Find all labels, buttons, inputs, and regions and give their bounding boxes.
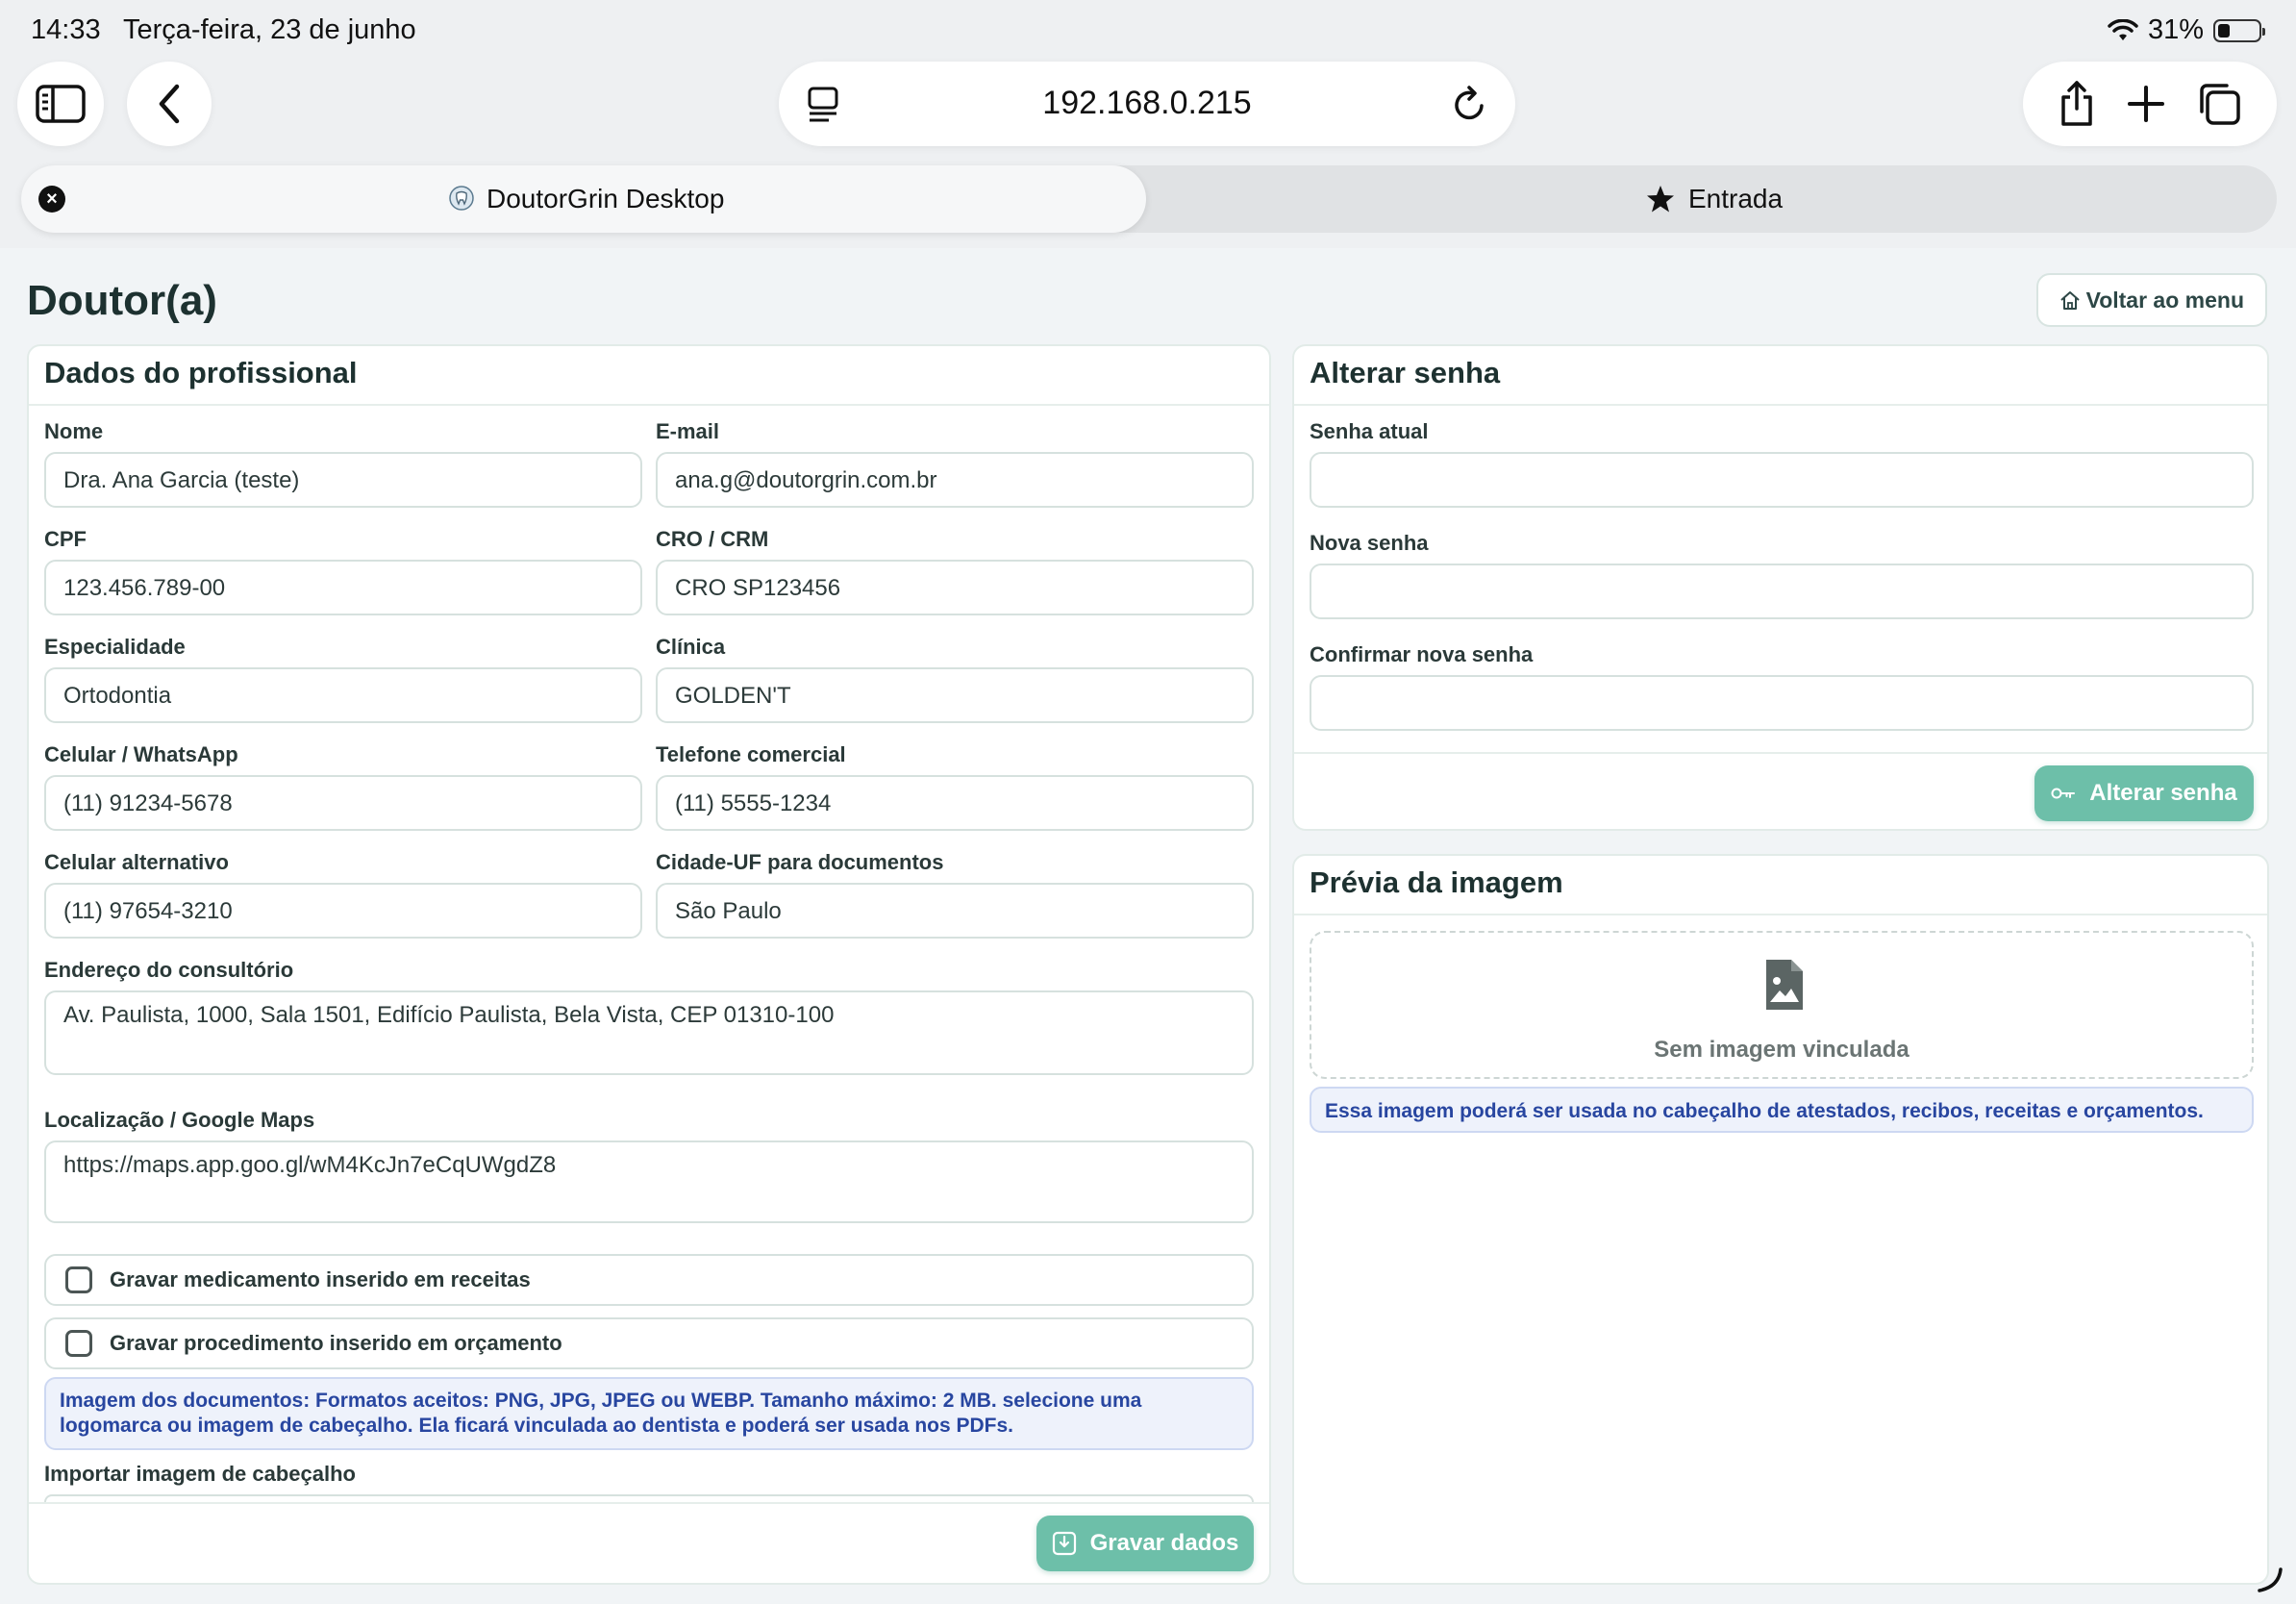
telefone-input[interactable]: (11) 5555-1234 — [656, 775, 1254, 831]
sidebar-icon — [36, 85, 86, 123]
no-image-text: Sem imagem vinculada — [1654, 1037, 1909, 1063]
resize-handle-icon[interactable] — [2254, 1566, 2283, 1594]
maps-textarea[interactable]: https://maps.app.goo.gl/wM4KcJn7eCqUWgdZ… — [44, 1140, 1254, 1223]
password-footer-divider — [1294, 752, 2267, 754]
status-time: 14:33 — [31, 14, 101, 45]
profile-heading: Dados do profissional — [29, 346, 1269, 406]
tab-close-icon[interactable]: × — [38, 186, 65, 213]
cro-input[interactable]: CRO SP123456 — [656, 560, 1254, 615]
cidade-input[interactable]: São Paulo — [656, 883, 1254, 939]
clinica-label: Clínica — [656, 635, 726, 659]
battery-percent: 31% — [2147, 14, 2204, 45]
share-icon[interactable] — [2058, 80, 2096, 128]
celular-alt-input[interactable]: (11) 97654-3210 — [44, 883, 642, 939]
url-text[interactable]: 192.168.0.215 — [779, 85, 1515, 122]
password-heading: Alterar senha — [1294, 346, 2267, 406]
import-image-label: Importar imagem de cabeçalho — [44, 1462, 356, 1486]
senha-atual-input[interactable] — [1310, 452, 2254, 508]
profile-footer-divider — [29, 1502, 1269, 1504]
cpf-label: CPF — [44, 527, 87, 551]
tab-entrada[interactable]: Entrada — [1646, 184, 1783, 214]
gravar-medicamento-checkbox[interactable]: Gravar medicamento inserido em receitas — [44, 1254, 1254, 1306]
status-date: Terça-feira, 23 de junho — [123, 14, 416, 45]
tooth-favicon-icon — [449, 186, 474, 211]
gravar-procedimento-label: Gravar procedimento inserido em orçament… — [110, 1331, 562, 1355]
alterar-senha-button[interactable]: Alterar senha — [2034, 765, 2254, 821]
confirmar-senha-label: Confirmar nova senha — [1310, 642, 1534, 666]
image-info-line2: logomarca ou imagem de cabeçalho. Ela fi… — [60, 1415, 1014, 1437]
cpf-input[interactable]: 123.456.789-00 — [44, 560, 642, 615]
nova-senha-label: Nova senha — [1310, 531, 1429, 555]
tab-label: DoutorGrin Desktop — [487, 184, 725, 213]
wifi-icon — [2108, 18, 2138, 40]
preview-card: Prévia da imagem Sem imagem vinculada Es… — [1292, 854, 2269, 1585]
nova-senha-input[interactable] — [1310, 564, 2254, 619]
celular-input[interactable]: (11) 91234-5678 — [44, 775, 642, 831]
back-to-menu-button[interactable]: Voltar ao menu — [2035, 273, 2267, 327]
cro-label: CRO / CRM — [656, 527, 769, 551]
sidebar-toggle-button[interactable] — [17, 62, 104, 146]
senha-atual-label: Senha atual — [1310, 419, 1429, 443]
gravar-dados-button[interactable]: Gravar dados — [1036, 1516, 1254, 1571]
endereco-textarea[interactable]: Av. Paulista, 1000, Sala 1501, Edifício … — [44, 990, 1254, 1075]
profile-card: Dados do profissional Nome Dra. Ana Garc… — [27, 344, 1271, 1585]
save-icon — [1052, 1531, 1076, 1556]
back-button[interactable] — [127, 62, 212, 146]
star-icon — [1647, 186, 1674, 213]
preview-info-alert: Essa imagem poderá ser usada no cabeçalh… — [1310, 1087, 2254, 1133]
confirmar-senha-input[interactable] — [1310, 675, 2254, 731]
preview-heading: Prévia da imagem — [1294, 856, 2267, 915]
celular-alt-label: Celular alternativo — [44, 850, 229, 874]
tabs-icon[interactable] — [2196, 81, 2242, 127]
image-info-alert: Imagem dos documentos: Formatos aceitos:… — [44, 1377, 1254, 1450]
especialidade-label: Especialidade — [44, 635, 186, 659]
nome-label: Nome — [44, 419, 104, 443]
cidade-label: Cidade-UF para documentos — [656, 850, 944, 874]
email-input[interactable]: ana.g@doutorgrin.com.br — [656, 452, 1254, 508]
import-image-input[interactable] — [44, 1494, 1254, 1502]
plus-icon[interactable] — [2127, 85, 2165, 123]
status-right: 31% — [2108, 14, 2265, 46]
password-card: Alterar senha Senha atual Nova senha Con… — [1292, 344, 2269, 831]
address-bar[interactable]: 192.168.0.215 — [779, 62, 1515, 146]
image-preview-dropzone: Sem imagem vinculada — [1310, 931, 2254, 1079]
email-label: E-mail — [656, 419, 720, 443]
key-icon — [2051, 788, 2076, 799]
alterar-senha-label: Alterar senha — [2089, 780, 2237, 806]
telefone-label: Telefone comercial — [656, 742, 846, 766]
back-to-menu-label: Voltar ao menu — [2085, 287, 2244, 313]
battery-icon — [2213, 18, 2265, 42]
tab-strip: × DoutorGrin Desktop Entrada — [21, 165, 2277, 233]
back-icon — [159, 84, 180, 124]
app-content: Doutor(a) Voltar ao menu Dados do profis… — [0, 248, 2296, 1604]
image-info-line1: Imagem dos documentos: Formatos aceitos:… — [60, 1390, 1142, 1412]
gravar-medicamento-label: Gravar medicamento inserido em receitas — [110, 1267, 531, 1291]
clinica-input[interactable]: GOLDEN'T — [656, 667, 1254, 723]
browser-actions — [2023, 62, 2277, 146]
reload-icon[interactable] — [1452, 85, 1488, 123]
tab-label: Entrada — [1688, 184, 1784, 213]
especialidade-input[interactable]: Ortodontia — [44, 667, 642, 723]
gravar-procedimento-checkbox[interactable]: Gravar procedimento inserido em orçament… — [44, 1317, 1254, 1369]
image-placeholder-icon — [1766, 960, 1803, 1010]
checkbox-box[interactable] — [65, 1330, 92, 1357]
celular-label: Celular / WhatsApp — [44, 742, 238, 766]
gravar-dados-label: Gravar dados — [1089, 1530, 1239, 1556]
tab-doutorgrin[interactable]: × DoutorGrin Desktop — [21, 165, 1146, 233]
endereco-label: Endereço do consultório — [44, 958, 294, 982]
home-icon — [2059, 291, 2080, 310]
nome-input[interactable]: Dra. Ana Garcia (teste) — [44, 452, 642, 508]
page-title: Doutor(a) — [27, 277, 217, 324]
checkbox-box[interactable] — [65, 1266, 92, 1293]
maps-label: Localização / Google Maps — [44, 1108, 315, 1132]
status-bar: 14:33 Terça-feira, 23 de junho 31% — [0, 0, 2296, 60]
